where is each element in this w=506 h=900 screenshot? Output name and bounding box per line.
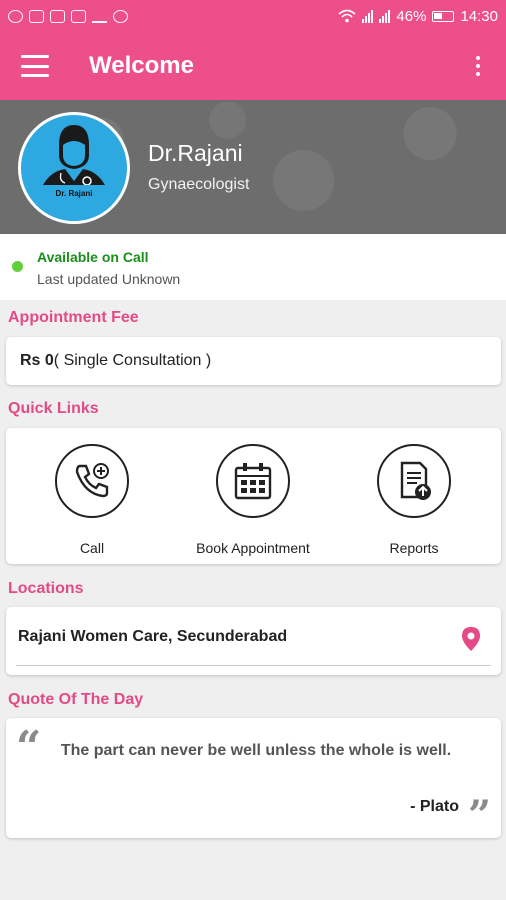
fee-note: ( Single Consultation ) [53,352,212,369]
quote-card: “ The part can never be well unless the … [6,718,501,839]
quote-title: Quote Of The Day [8,691,144,708]
mail-icon [50,9,65,23]
doctor-banner: Dr. Rajani Dr.Rajani Gynaecologist [0,100,506,234]
avatar-label: Dr. Rajani [55,189,93,198]
battery-icon [432,10,455,22]
whatsapp-icon [8,9,23,23]
wifi-icon [338,9,356,23]
battery-percent: 46% [396,7,427,25]
more-vert-icon[interactable] [475,56,481,76]
open-quote-icon: “ [16,722,42,773]
status-time: 14:30 [460,7,498,25]
signal-icon [379,9,391,23]
quick-links-title: Quick Links [8,400,99,417]
availability-status: Available on Call [37,249,149,265]
location-card[interactable]: Rajani Women Care, Secunderabad [6,607,501,675]
availability-panel: Available on Call Last updated Unknown [0,234,506,300]
fee-text: Rs 0( Single Consultation ) [20,352,211,370]
quick-links-card: Call Book Appointment Reports [6,428,501,564]
location-divider [16,665,491,666]
doctor-specialty: Gynaecologist [148,176,250,193]
location-name: Rajani Women Care, Secunderabad [18,628,288,645]
close-quote-icon: ” [467,792,491,839]
fee-amount: Rs 0 [20,352,54,369]
report-upload-icon [377,444,451,518]
appointment-fee-card: Rs 0( Single Consultation ) [6,337,501,385]
message-icon [29,9,44,23]
book-appointment-label: Book Appointment [196,540,310,556]
appointment-fee-title: Appointment Fee [8,309,139,326]
location-pin-icon[interactable] [461,626,481,652]
phone-plus-icon [55,444,129,518]
book-appointment-link[interactable]: Book Appointment [178,444,328,556]
reports-label: Reports [389,540,439,556]
calendar-icon [216,444,290,518]
block-icon [113,9,128,23]
image-icon [71,9,86,23]
status-bar: 46% 14:30 [0,0,506,32]
hamburger-menu-icon[interactable] [21,55,49,77]
reports-link[interactable]: Reports [339,444,489,556]
quote-text: The part can never be well unless the wh… [60,742,452,759]
download-icon [92,10,107,23]
signal-icon [362,9,374,23]
quote-author: - Plato [410,798,459,815]
availability-updated: Last updated Unknown [37,271,181,287]
call-link[interactable]: Call [17,444,167,556]
locations-title: Locations [8,580,84,597]
app-bar: Welcome [0,32,506,100]
app-title: Welcome [89,52,194,79]
doctor-name: Dr.Rajani [148,140,243,166]
call-label: Call [79,540,105,556]
doctor-illustration [35,125,113,221]
notification-icons [8,9,128,23]
avatar: Dr. Rajani [18,112,130,224]
availability-dot-icon [12,261,23,272]
